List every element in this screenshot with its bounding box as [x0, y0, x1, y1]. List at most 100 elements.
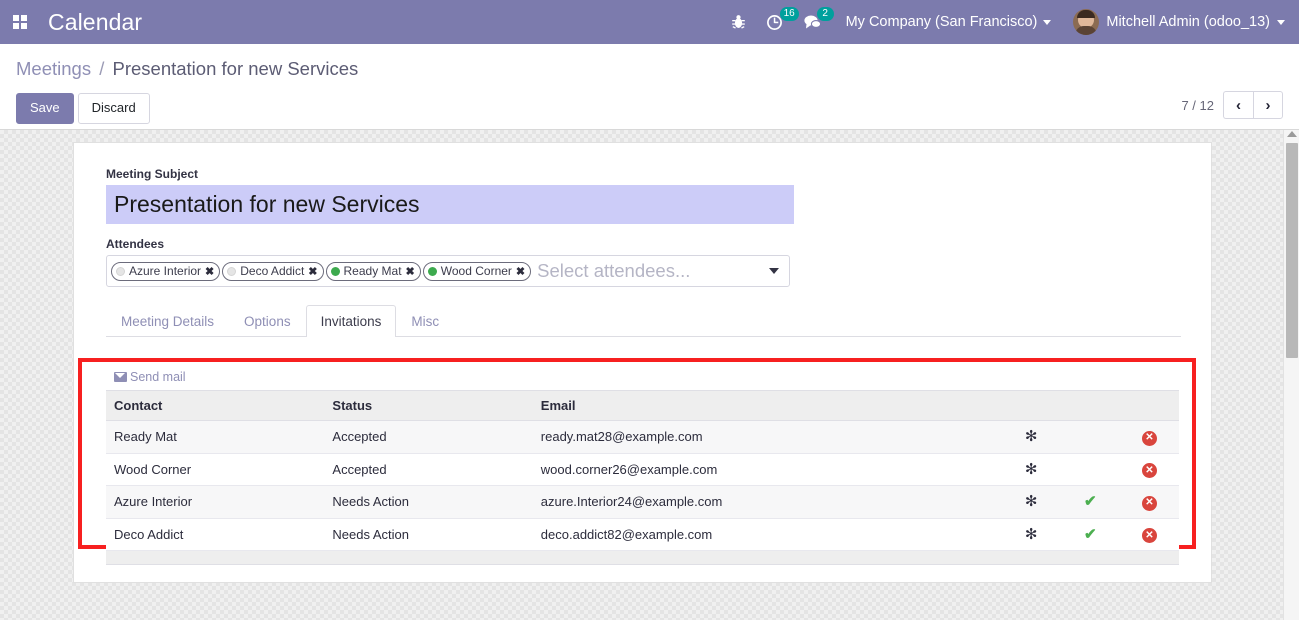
cell-action-delete: ✕ — [1119, 485, 1179, 519]
messages-menu-button[interactable]: 2 — [793, 0, 834, 44]
invitations-table-head: Contact Status Email — [106, 390, 1179, 421]
bug-icon — [731, 15, 745, 29]
invitations-table: Contact Status Email Ready Mat Accepted … — [106, 390, 1179, 565]
apps-grid-icon — [13, 15, 27, 29]
caret-down-icon[interactable] — [769, 268, 779, 274]
table-footer-cell — [106, 550, 1179, 565]
pager-count-label: 7 / 12 — [1181, 97, 1214, 113]
discard-button[interactable]: Discard — [77, 93, 150, 124]
asterisk-icon[interactable]: ✻ — [1025, 462, 1038, 477]
delete-circle-icon[interactable]: ✕ — [1141, 495, 1157, 511]
breadcrumb: Meetings / Presentation for new Services — [16, 58, 358, 80]
tab-invitations[interactable]: Invitations — [305, 305, 397, 337]
column-header-contact[interactable]: Contact — [106, 390, 325, 421]
table-row[interactable]: Wood Corner Accepted wood.corner26@examp… — [106, 453, 1179, 486]
breadcrumb-item-meetings[interactable]: Meetings — [16, 58, 91, 79]
asterisk-icon[interactable]: ✻ — [1025, 494, 1038, 509]
cell-action-delete: ✕ — [1119, 453, 1179, 486]
delete-circle-icon[interactable]: ✕ — [1141, 463, 1157, 478]
meeting-subject-label: Meeting Subject — [106, 167, 199, 181]
cell-email[interactable]: wood.corner26@example.com — [532, 453, 1002, 486]
attendees-field: Attendees Azure Interior ✖ Deco Addict ✖ — [106, 237, 1179, 287]
delete-circle-icon[interactable]: ✕ — [1141, 528, 1157, 543]
tag-remove-icon[interactable]: ✖ — [406, 265, 415, 278]
form-action-buttons: Save Discard — [16, 93, 150, 124]
scroll-thumb[interactable] — [1286, 143, 1298, 358]
meeting-subject-input[interactable]: Presentation for new Services — [106, 185, 794, 224]
app-brand-title[interactable]: Calendar — [48, 9, 142, 36]
attendee-tag-deco-addict[interactable]: Deco Addict ✖ — [222, 261, 324, 281]
tab-misc[interactable]: Misc — [396, 305, 454, 337]
invitations-table-body: Ready Mat Accepted ready.mat28@example.c… — [106, 420, 1179, 551]
invitations-table-foot — [106, 550, 1179, 565]
apps-menu-button[interactable] — [0, 0, 40, 44]
cell-status: Needs Action — [324, 485, 533, 519]
breadcrumb-item-current: Presentation for new Services — [112, 58, 359, 79]
cell-action-asterisk: ✻ — [1001, 453, 1061, 486]
cell-action-asterisk: ✻ — [1001, 420, 1061, 454]
attendee-tag-label: Ready Mat — [343, 264, 402, 278]
cell-action-delete: ✕ — [1119, 420, 1179, 454]
cell-email[interactable]: deco.addict82@example.com — [532, 518, 1002, 551]
messages-count-badge: 2 — [816, 7, 834, 21]
cell-action-delete: ✕ — [1119, 518, 1179, 551]
asterisk-icon[interactable]: ✻ — [1025, 429, 1038, 444]
cell-status: Needs Action — [324, 518, 533, 551]
vertical-scrollbar[interactable] — [1283, 130, 1299, 620]
content-area: Meeting Subject Presentation for new Ser… — [0, 130, 1299, 620]
top-navbar: Calendar 16 2 My Company (San Francisco)… — [0, 0, 1299, 44]
status-dot-icon — [227, 266, 237, 276]
column-header-status[interactable]: Status — [324, 390, 533, 421]
tag-remove-icon[interactable]: ✖ — [308, 265, 317, 278]
asterisk-icon[interactable]: ✻ — [1025, 527, 1038, 542]
cell-action-accept: ✔ — [1060, 485, 1120, 519]
chevron-down-icon — [1277, 19, 1285, 25]
table-row[interactable]: Ready Mat Accepted ready.mat28@example.c… — [106, 420, 1179, 454]
tag-remove-icon[interactable]: ✖ — [205, 265, 214, 278]
tab-meeting-details[interactable]: Meeting Details — [106, 305, 229, 337]
form-inner: Meeting Subject Presentation for new Ser… — [74, 143, 1211, 337]
column-header-email[interactable]: Email — [532, 390, 1002, 421]
debug-bug-button[interactable] — [721, 0, 756, 44]
scroll-up-arrow-icon[interactable] — [1287, 131, 1297, 137]
check-icon[interactable]: ✔ — [1084, 494, 1097, 509]
attendee-tag-wood-corner[interactable]: Wood Corner ✖ — [422, 261, 532, 281]
user-menu[interactable]: Mitchell Admin (odoo_13) — [1061, 9, 1299, 35]
cell-status: Accepted — [324, 420, 533, 454]
chevron-left-icon[interactable]: ‹ — [1223, 91, 1253, 119]
company-selector[interactable]: My Company (San Francisco) — [832, 14, 1062, 30]
avatar — [1073, 9, 1100, 35]
cell-contact: Deco Addict — [106, 518, 325, 551]
cell-email[interactable]: azure.Interior24@example.com — [532, 485, 1002, 519]
record-pager: 7 / 12 ‹ › — [1181, 91, 1283, 119]
attendees-input[interactable]: Azure Interior ✖ Deco Addict ✖ Ready Mat… — [106, 255, 790, 287]
table-footer-row — [106, 550, 1179, 565]
pager-buttons: ‹ › — [1223, 91, 1283, 119]
chevron-right-icon[interactable]: › — [1253, 91, 1283, 119]
table-row[interactable]: Deco Addict Needs Action deco.addict82@e… — [106, 518, 1179, 551]
attendees-label: Attendees — [106, 237, 165, 251]
breadcrumb-separator: / — [99, 58, 105, 79]
cell-action-asterisk: ✻ — [1001, 518, 1061, 551]
cell-email[interactable]: ready.mat28@example.com — [532, 420, 1002, 454]
send-mail-button[interactable]: Send mail — [114, 370, 186, 384]
cell-action-accept: ✔ — [1060, 518, 1120, 551]
check-icon[interactable]: ✔ — [1084, 527, 1097, 542]
cell-contact: Ready Mat — [106, 420, 325, 454]
attendee-tag-label: Deco Addict — [240, 264, 305, 278]
user-name-label: Mitchell Admin (odoo_13) — [1106, 14, 1270, 30]
company-name-label: My Company (San Francisco) — [845, 14, 1038, 30]
tag-remove-icon[interactable]: ✖ — [516, 265, 525, 278]
table-row[interactable]: Azure Interior Needs Action azure.Interi… — [106, 485, 1179, 519]
cell-contact: Azure Interior — [106, 485, 325, 519]
delete-circle-icon[interactable]: ✕ — [1141, 430, 1157, 446]
attendee-tag-ready-mat[interactable]: Ready Mat ✖ — [325, 261, 421, 281]
activity-menu-button[interactable]: 16 — [756, 0, 799, 44]
attendee-tag-azure-interior[interactable]: Azure Interior ✖ — [111, 261, 221, 281]
save-button[interactable]: Save — [16, 93, 74, 124]
control-panel: Meetings / Presentation for new Services… — [0, 44, 1299, 130]
attendee-tag-label: Wood Corner — [440, 264, 512, 278]
cell-status: Accepted — [324, 453, 533, 486]
tab-options[interactable]: Options — [229, 305, 306, 337]
table-header-row: Contact Status Email — [106, 390, 1179, 421]
